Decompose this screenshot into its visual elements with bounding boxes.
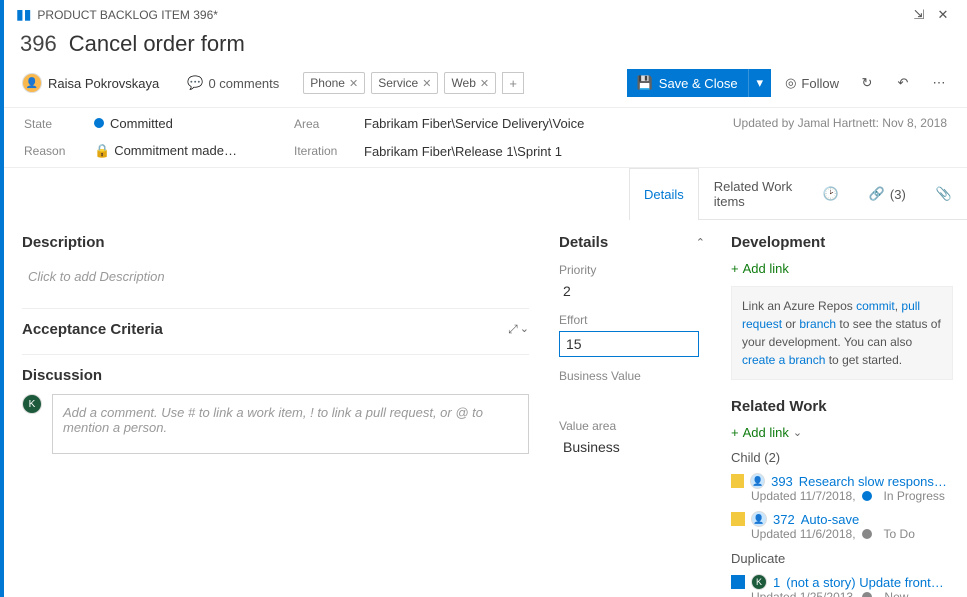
work-item-id: 396 — [20, 31, 57, 57]
tab-history[interactable]: 🕑 — [808, 168, 854, 219]
tab-attachments[interactable]: 📎 — [921, 168, 967, 219]
lock-icon: 🔒 — [94, 143, 110, 158]
priority-label: Priority — [559, 263, 705, 277]
task-icon — [731, 474, 744, 488]
restore-icon[interactable]: ⇲ — [907, 7, 931, 23]
tab-links[interactable]: 🔗(3) — [854, 168, 921, 219]
link-icon: 🔗 — [869, 186, 885, 202]
related-item[interactable]: 👤 372 Auto-save — [731, 511, 953, 527]
related-item[interactable]: 👤 393 Research slow response ti… — [731, 473, 953, 489]
related-item[interactable]: K 1 (not a story) Update front pa… — [731, 574, 953, 590]
add-related-link-button[interactable]: +Add link ⌄ — [731, 425, 953, 440]
state-label: State — [24, 117, 94, 131]
tag-web[interactable]: Web✕ — [444, 72, 496, 94]
pbi-icon: ▮▮ — [16, 6, 31, 23]
follow-icon: ◎ — [785, 75, 796, 91]
close-icon[interactable]: ✕ — [931, 7, 955, 23]
add-dev-link-button[interactable]: +Add link — [731, 261, 953, 276]
avatar: K — [751, 574, 767, 590]
chevron-down-icon: ⌄ — [793, 426, 802, 439]
reason-label: Reason — [24, 144, 94, 158]
value-area-field[interactable]: Business — [559, 437, 705, 457]
iteration-field[interactable]: Fabrikam Fiber\Release 1\Sprint 1 — [364, 144, 664, 159]
undo-button[interactable]: ↶ — [889, 69, 917, 97]
comments-button[interactable]: 💬 0 comments — [187, 75, 279, 91]
work-item-title[interactable]: Cancel order form — [69, 31, 245, 57]
plus-icon: + — [731, 425, 739, 440]
save-dropdown[interactable]: ▾ — [748, 69, 772, 97]
avatar: 👤 — [22, 73, 42, 93]
tag-service[interactable]: Service✕ — [371, 72, 438, 94]
save-icon: 💾 — [637, 75, 653, 91]
more-actions-button[interactable]: ⋯ — [925, 69, 953, 97]
follow-button[interactable]: ◎ Follow — [779, 75, 845, 91]
development-info: Link an Azure Repos commit, pull request… — [731, 286, 953, 380]
tag-phone[interactable]: Phone✕ — [303, 72, 365, 94]
comment-icon: 💬 — [187, 75, 203, 91]
add-tag-button[interactable]: + — [502, 72, 524, 94]
effort-field[interactable]: 15 — [559, 331, 699, 357]
refresh-button[interactable]: ↻ — [853, 69, 881, 97]
duplicate-header: Duplicate — [731, 551, 953, 566]
related-item-title[interactable]: (not a story) Update front pa… — [786, 575, 946, 590]
expand-button[interactable]: ⤢ ⌄ — [508, 322, 529, 337]
save-and-close-button[interactable]: 💾 Save & Close — [627, 69, 748, 97]
pbi-icon — [731, 575, 745, 589]
comments-count: 0 comments — [208, 76, 279, 91]
attachment-icon: 📎 — [936, 186, 952, 202]
commit-link[interactable]: commit — [856, 299, 895, 313]
iteration-label: Iteration — [294, 144, 364, 158]
assignee-name: Raisa Pokrovskaya — [48, 76, 159, 91]
avatar: 👤 — [750, 473, 765, 489]
child-header: Child (2) — [731, 450, 953, 465]
task-icon — [731, 512, 745, 526]
discussion-input[interactable]: Add a comment. Use # to link a work item… — [52, 394, 529, 454]
area-label: Area — [294, 117, 364, 131]
area-field[interactable]: Fabrikam Fiber\Service Delivery\Voice — [364, 116, 664, 131]
reason-field[interactable]: 🔒Commitment made… — [94, 143, 294, 159]
updated-by: Updated by Jamal Hartnett: Nov 8, 2018 — [733, 116, 947, 130]
branch-link[interactable]: branch — [799, 317, 836, 331]
avatar: 👤 — [751, 511, 767, 527]
tag-list: Phone✕ Service✕ Web✕ + — [303, 72, 524, 94]
related-work-heading: Related Work — [731, 398, 953, 415]
description-field[interactable]: Click to add Description — [22, 261, 529, 292]
acceptance-heading: Acceptance Criteria — [22, 321, 163, 338]
related-item-title[interactable]: Research slow response ti… — [799, 474, 953, 489]
development-heading: Development — [731, 234, 953, 251]
value-area-label: Value area — [559, 419, 705, 433]
state-dot — [94, 118, 104, 128]
create-branch-link[interactable]: create a branch — [742, 353, 825, 367]
tag-remove-icon[interactable]: ✕ — [480, 77, 489, 90]
breadcrumb: PRODUCT BACKLOG ITEM 396* — [37, 8, 907, 22]
discussion-heading: Discussion — [22, 367, 529, 384]
tab-details[interactable]: Details — [629, 168, 699, 220]
state-field[interactable]: Committed — [94, 116, 294, 131]
plus-icon: + — [731, 261, 739, 276]
related-item-title[interactable]: Auto-save — [801, 512, 860, 527]
history-icon: 🕑 — [823, 186, 839, 202]
details-heading: Details — [559, 234, 608, 251]
tab-related[interactable]: Related Work items — [699, 168, 808, 219]
tag-remove-icon[interactable]: ✕ — [422, 77, 431, 90]
assignee-picker[interactable]: 👤 Raisa Pokrovskaya — [18, 71, 163, 95]
tag-remove-icon[interactable]: ✕ — [349, 77, 358, 90]
current-user-avatar: K — [22, 394, 42, 414]
priority-field[interactable]: 2 — [559, 281, 705, 301]
description-heading: Description — [22, 234, 529, 251]
effort-label: Effort — [559, 313, 705, 327]
business-value-label: Business Value — [559, 369, 705, 383]
collapse-icon[interactable]: ⌃ — [696, 236, 705, 249]
